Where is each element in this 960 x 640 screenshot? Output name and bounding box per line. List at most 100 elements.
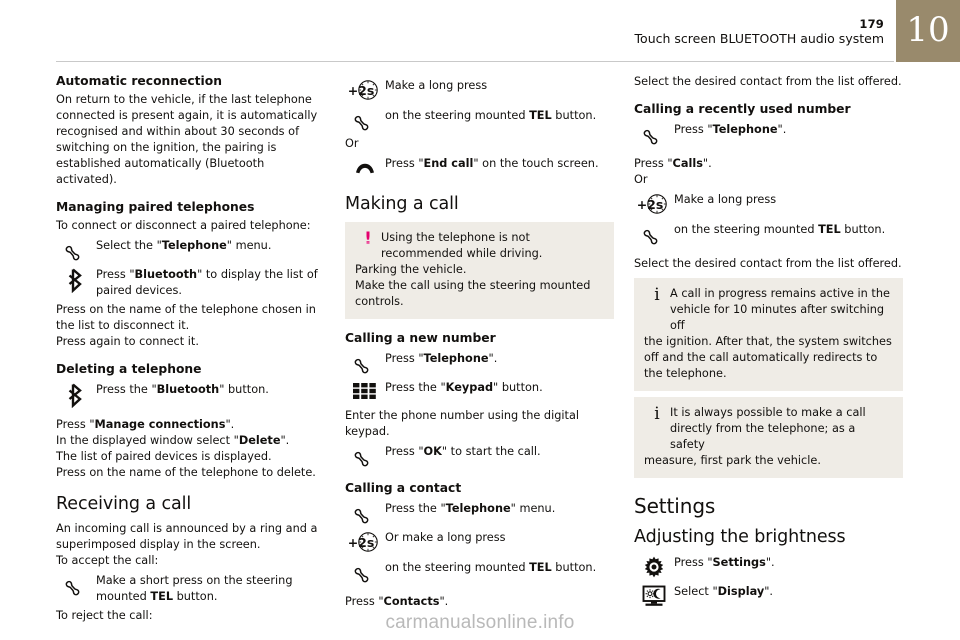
step-select-display-label: Select "Display". — [674, 585, 774, 599]
phone-handset-icon — [345, 559, 385, 584]
step-tel-button-2-label: on the steering mounted TEL button. — [385, 561, 597, 575]
step-long-press: +2s Make a long press — [345, 77, 614, 104]
phone-handset-icon — [634, 121, 674, 146]
step-select-telephone-menu-label: Select the "Telephone" menu. — [96, 239, 272, 253]
step-tel-button-3-label: on the steering mounted TEL button. — [674, 223, 886, 237]
text-press-calls: Press "Calls". — [634, 157, 712, 171]
info-callout-2-text: It is always possible to make a call dir… — [670, 406, 866, 452]
warning-exclamation-icon: ! — [364, 228, 372, 249]
long-press-2s-icon: +2s — [634, 191, 674, 218]
step-press-bluetooth-list-label: Press "Bluetooth" to display the list of… — [96, 268, 318, 298]
phone-handset-icon — [345, 350, 385, 375]
warning-callout-text: Using the telephone is not recommended w… — [381, 230, 543, 260]
text-accept-call: To accept the call: — [56, 554, 159, 568]
text-press-name-disconnect: Press on the name of the telephone chose… — [56, 303, 316, 333]
text-managing-intro: To connect or disconnect a paired teleph… — [56, 219, 311, 233]
keypad-icon — [345, 379, 385, 402]
phone-handset-icon — [345, 443, 385, 468]
warning-callout-cont-1: Parking the vehicle. — [355, 262, 467, 276]
svg-text:+2s: +2s — [637, 197, 663, 212]
text-select-contact-1: Select the desired contact from the list… — [634, 75, 902, 88]
heading-managing-paired-telephones: Managing paired telephones — [56, 200, 255, 215]
step-short-press-tel-label: Make a short press on the steering mount… — [96, 574, 293, 604]
info-icon: i — [654, 285, 660, 306]
page-number: 179 — [859, 17, 884, 31]
step-press-settings-label: Press "Settings". — [674, 556, 775, 570]
step-press-telephone: Press "Telephone". — [345, 350, 614, 376]
step-tel-button-label: on the steering mounted TEL button. — [385, 109, 597, 122]
heading-receiving-a-call: Receiving a call — [56, 494, 192, 515]
step-press-telephone-menu-label: Press the "Telephone" menu. — [385, 502, 556, 516]
info-callout-1: i A call in progress remains active in t… — [634, 278, 903, 392]
step-select-telephone-menu: Select the "Telephone" menu. — [56, 237, 325, 263]
phone-handset-icon — [56, 237, 96, 262]
step-press-telephone-recent: Press "Telephone". — [634, 121, 903, 147]
step-press-telephone-label: Press "Telephone". — [385, 352, 498, 366]
text-list-displayed: The list of paired devices is displayed. — [56, 450, 272, 464]
heading-automatic-reconnection: Automatic reconnection — [56, 74, 222, 88]
svg-text:+2s: +2s — [348, 83, 374, 98]
phone-handset-icon — [345, 107, 385, 132]
manual-page: 179 Touch screen BLUETOOTH audio system … — [0, 0, 960, 640]
phone-handset-icon — [345, 500, 385, 525]
info-callout-2-row: i It is always possible to make a call d… — [644, 405, 893, 453]
info-callout-1-text: A call in progress remains active in the… — [670, 287, 890, 333]
content-columns: Automatic reconnection On return to the … — [56, 74, 904, 630]
text-incoming-call: An incoming call is announced by a ring … — [56, 522, 318, 552]
warning-callout-cont-2: Make the call using the steering mounted… — [355, 279, 591, 309]
step-select-display: Select "Display". — [634, 583, 903, 609]
warning-callout: ! Using the telephone is not recommended… — [345, 221, 614, 320]
step-long-press-label: Make a long press — [385, 79, 488, 92]
step-press-ok: Press "OK" to start the call. — [345, 443, 614, 469]
text-automatic-reconnection: On return to the vehicle, if the last te… — [56, 92, 318, 187]
step-press-settings: Press "Settings". — [634, 554, 903, 580]
long-press-2s-icon: +2s — [345, 77, 385, 104]
text-press-name-delete: Press on the name of the telephone to de… — [56, 466, 316, 480]
heading-calling-a-new-number: Calling a new number — [345, 331, 496, 346]
text-select-contact-2: Select the desired contact from the list… — [634, 257, 902, 271]
info-icon: i — [654, 404, 660, 425]
step-long-press-recent: +2s Make a long press — [634, 191, 903, 218]
column-1: Automatic reconnection On return to the … — [56, 74, 325, 630]
header-text-block: 179 Touch screen BLUETOOTH audio system — [635, 18, 884, 46]
bluetooth-icon — [56, 381, 96, 409]
step-tel-button-2: on the steering mounted TEL button. — [345, 559, 614, 585]
heading-settings: Settings — [634, 494, 716, 519]
step-press-telephone-recent-label: Press "Telephone". — [674, 123, 787, 137]
page-title: Touch screen BLUETOOTH audio system — [634, 30, 884, 46]
heading-making-a-call: Making a call — [345, 194, 459, 215]
phone-handset-icon — [634, 221, 674, 246]
bluetooth-icon — [56, 266, 96, 294]
step-tel-button: on the steering mounted TEL button. — [345, 107, 614, 133]
step-or-long-press: +2s Or make a long press — [345, 529, 614, 556]
step-long-press-recent-label: Make a long press — [674, 193, 777, 207]
header-divider — [56, 61, 894, 62]
info-callout-1-row: i A call in progress remains active in t… — [644, 286, 893, 334]
info-callout-2: i It is always possible to make a call d… — [634, 397, 903, 479]
step-press-keypad: Press the "Keypad" button. — [345, 379, 614, 405]
step-press-bluetooth-button: Press the "Bluetooth" button. — [56, 381, 325, 409]
step-press-bluetooth-button-label: Press the "Bluetooth" button. — [96, 383, 269, 397]
text-press-again-connect: Press again to connect it. — [56, 335, 199, 349]
text-manage-connections: Press "Manage connections". — [56, 418, 235, 432]
display-brightness-icon — [634, 583, 674, 608]
step-press-bluetooth-list: Press "Bluetooth" to display the list of… — [56, 266, 325, 299]
text-select-delete: In the displayed window select "Delete". — [56, 434, 290, 448]
text-enter-phone-number: Enter the phone number using the digital… — [345, 409, 580, 439]
heading-calling-recently-used: Calling a recently used number — [634, 102, 851, 117]
phone-handset-icon — [56, 572, 96, 597]
info-callout-2-cont: measure, first park the vehicle. — [644, 454, 821, 468]
text-or-1: Or — [345, 137, 359, 150]
long-press-2s-icon: +2s — [345, 529, 385, 556]
step-or-long-press-label: Or make a long press — [385, 531, 506, 545]
step-tel-button-3: on the steering mounted TEL button. — [634, 221, 903, 247]
step-end-call-label: Press "End call" on the touch screen. — [385, 157, 599, 171]
page-header: 179 Touch screen BLUETOOTH audio system … — [0, 0, 960, 62]
heading-adjusting-brightness: Adjusting the brightness — [634, 527, 846, 548]
step-end-call: Press "End call" on the touch screen. — [345, 155, 614, 181]
step-short-press-tel: Make a short press on the steering mount… — [56, 572, 325, 605]
site-watermark: carmanualsonline.info — [385, 612, 575, 633]
step-press-ok-label: Press "OK" to start the call. — [385, 445, 541, 459]
text-press-contacts: Press "Contacts". — [345, 595, 449, 609]
text-or-2: Or — [634, 173, 648, 187]
